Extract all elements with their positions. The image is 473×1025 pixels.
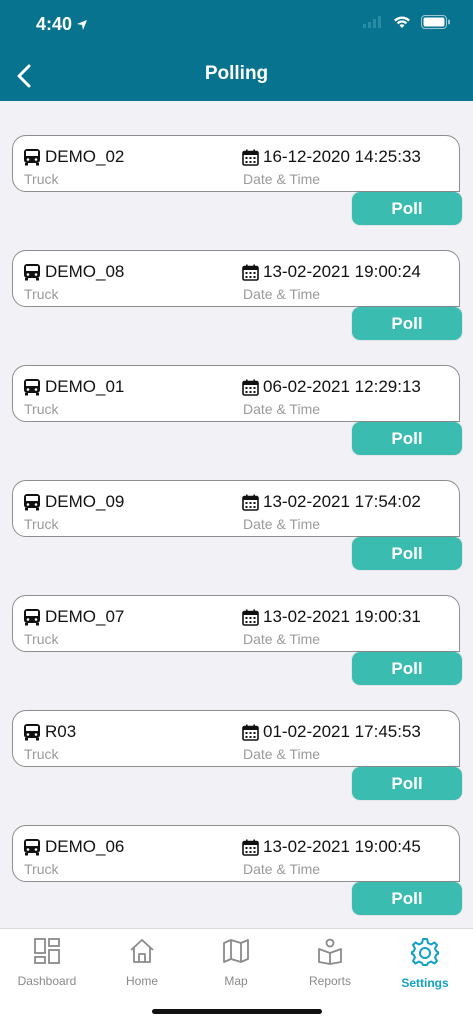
datetime-label: Date & Time xyxy=(243,171,321,187)
dashboard-icon xyxy=(34,938,60,964)
truck-card: DEMO_01 Truck 06-02-2021 12:29:13 Date &… xyxy=(12,365,460,422)
truck-label: Truck xyxy=(24,171,59,187)
truck-label: Truck xyxy=(24,631,59,647)
tab-home[interactable]: Home xyxy=(95,937,189,988)
list-item: DEMO_07 Truck 13-02-2021 19:00:31 Date &… xyxy=(12,595,462,687)
datetime-label: Date & Time xyxy=(243,401,321,417)
polling-list[interactable]: DEMO_02 Truck 16-12-2020 14:25:33 Date &… xyxy=(0,101,473,928)
poll-button[interactable]: Poll xyxy=(352,422,462,455)
poll-button[interactable]: Poll xyxy=(352,307,462,340)
datetime-label: Date & Time xyxy=(243,286,321,302)
calendar-icon xyxy=(242,609,259,626)
home-icon xyxy=(130,939,154,963)
truck-name: DEMO_06 xyxy=(45,837,125,856)
tab-settings[interactable]: Settings xyxy=(378,937,472,990)
tab-reports[interactable]: Reports xyxy=(283,937,377,988)
list-item: R03 Truck 01-02-2021 17:45:53 Date & Tim… xyxy=(12,710,462,802)
truck-card: DEMO_09 Truck 13-02-2021 17:54:02 Date &… xyxy=(12,480,460,537)
datetime-value: 13-02-2021 19:00:24 xyxy=(263,262,421,281)
tab-label: Settings xyxy=(401,976,449,990)
poll-button[interactable]: Poll xyxy=(352,537,462,570)
truck-icon xyxy=(24,839,40,856)
truck-name: DEMO_07 xyxy=(45,607,125,626)
poll-button[interactable]: Poll xyxy=(352,192,462,225)
datetime-value: 13-02-2021 19:00:45 xyxy=(263,837,421,856)
datetime-value: 01-02-2021 17:45:53 xyxy=(263,722,421,741)
list-item: DEMO_09 Truck 13-02-2021 17:54:02 Date &… xyxy=(12,480,462,572)
truck-label: Truck xyxy=(24,516,59,532)
truck-name: R03 xyxy=(45,722,77,741)
truck-card: DEMO_08 Truck 13-02-2021 19:00:24 Date &… xyxy=(12,250,460,307)
tab-label: Dashboard xyxy=(17,974,77,988)
truck-label: Truck xyxy=(24,861,59,877)
datetime-value: 16-12-2020 14:25:33 xyxy=(263,147,421,166)
truck-icon xyxy=(24,149,40,166)
reports-icon xyxy=(318,938,342,965)
tab-label: Map xyxy=(224,974,248,988)
calendar-icon xyxy=(242,494,259,511)
calendar-icon xyxy=(242,149,259,166)
truck-icon xyxy=(24,264,40,281)
tab-label: Reports xyxy=(308,974,352,988)
truck-icon xyxy=(24,724,40,741)
datetime-value: 13-02-2021 17:54:02 xyxy=(263,492,421,511)
datetime-value: 06-02-2021 12:29:13 xyxy=(263,377,421,396)
truck-name: DEMO_01 xyxy=(45,377,125,396)
tab-label: Home xyxy=(125,974,158,988)
truck-name: DEMO_09 xyxy=(45,492,125,511)
calendar-icon xyxy=(242,264,259,281)
page-title: Polling xyxy=(204,63,269,84)
status-indicators xyxy=(363,15,451,29)
poll-button[interactable]: Poll xyxy=(352,882,462,915)
truck-icon xyxy=(24,609,40,626)
list-item: DEMO_02 Truck 16-12-2020 14:25:33 Date &… xyxy=(12,135,462,227)
location-arrow-icon xyxy=(77,19,88,30)
truck-icon xyxy=(24,379,40,396)
truck-name: DEMO_02 xyxy=(45,147,125,166)
poll-button[interactable]: Poll xyxy=(352,652,462,685)
calendar-icon xyxy=(242,839,259,856)
calendar-icon xyxy=(242,379,259,396)
header-bar: 4:40 Polling xyxy=(0,0,473,101)
truck-label: Truck xyxy=(24,746,59,762)
truck-card: DEMO_02 Truck 16-12-2020 14:25:33 Date &… xyxy=(12,135,460,192)
truck-label: Truck xyxy=(24,401,59,417)
poll-button[interactable]: Poll xyxy=(352,767,462,800)
tab-map[interactable]: Map xyxy=(189,937,283,988)
datetime-value: 13-02-2021 19:00:31 xyxy=(263,607,421,626)
status-time-text: 4:40 xyxy=(36,14,73,34)
signal-icon xyxy=(363,16,381,28)
tab-dashboard[interactable]: Dashboard xyxy=(0,937,94,988)
truck-label: Truck xyxy=(24,286,59,302)
truck-name: DEMO_08 xyxy=(45,262,125,281)
list-item: DEMO_06 Truck 13-02-2021 19:00:45 Date &… xyxy=(12,825,462,917)
truck-icon xyxy=(24,494,40,511)
list-item: DEMO_08 Truck 13-02-2021 19:00:24 Date &… xyxy=(12,250,462,342)
status-time: 4:40 xyxy=(36,14,88,35)
wifi-icon xyxy=(394,15,410,28)
datetime-label: Date & Time xyxy=(243,631,321,647)
calendar-icon xyxy=(242,724,259,741)
gear-icon xyxy=(411,938,439,966)
datetime-label: Date & Time xyxy=(243,746,321,762)
truck-card: R03 Truck 01-02-2021 17:45:53 Date & Tim… xyxy=(12,710,460,767)
datetime-label: Date & Time xyxy=(243,516,321,532)
truck-card: DEMO_06 Truck 13-02-2021 19:00:45 Date &… xyxy=(12,825,460,882)
home-indicator xyxy=(152,1009,322,1014)
datetime-label: Date & Time xyxy=(243,861,321,877)
list-item: DEMO_01 Truck 06-02-2021 12:29:13 Date &… xyxy=(12,365,462,457)
truck-card: DEMO_07 Truck 13-02-2021 19:00:31 Date &… xyxy=(12,595,460,652)
battery-icon xyxy=(421,15,450,29)
map-icon xyxy=(223,939,249,963)
